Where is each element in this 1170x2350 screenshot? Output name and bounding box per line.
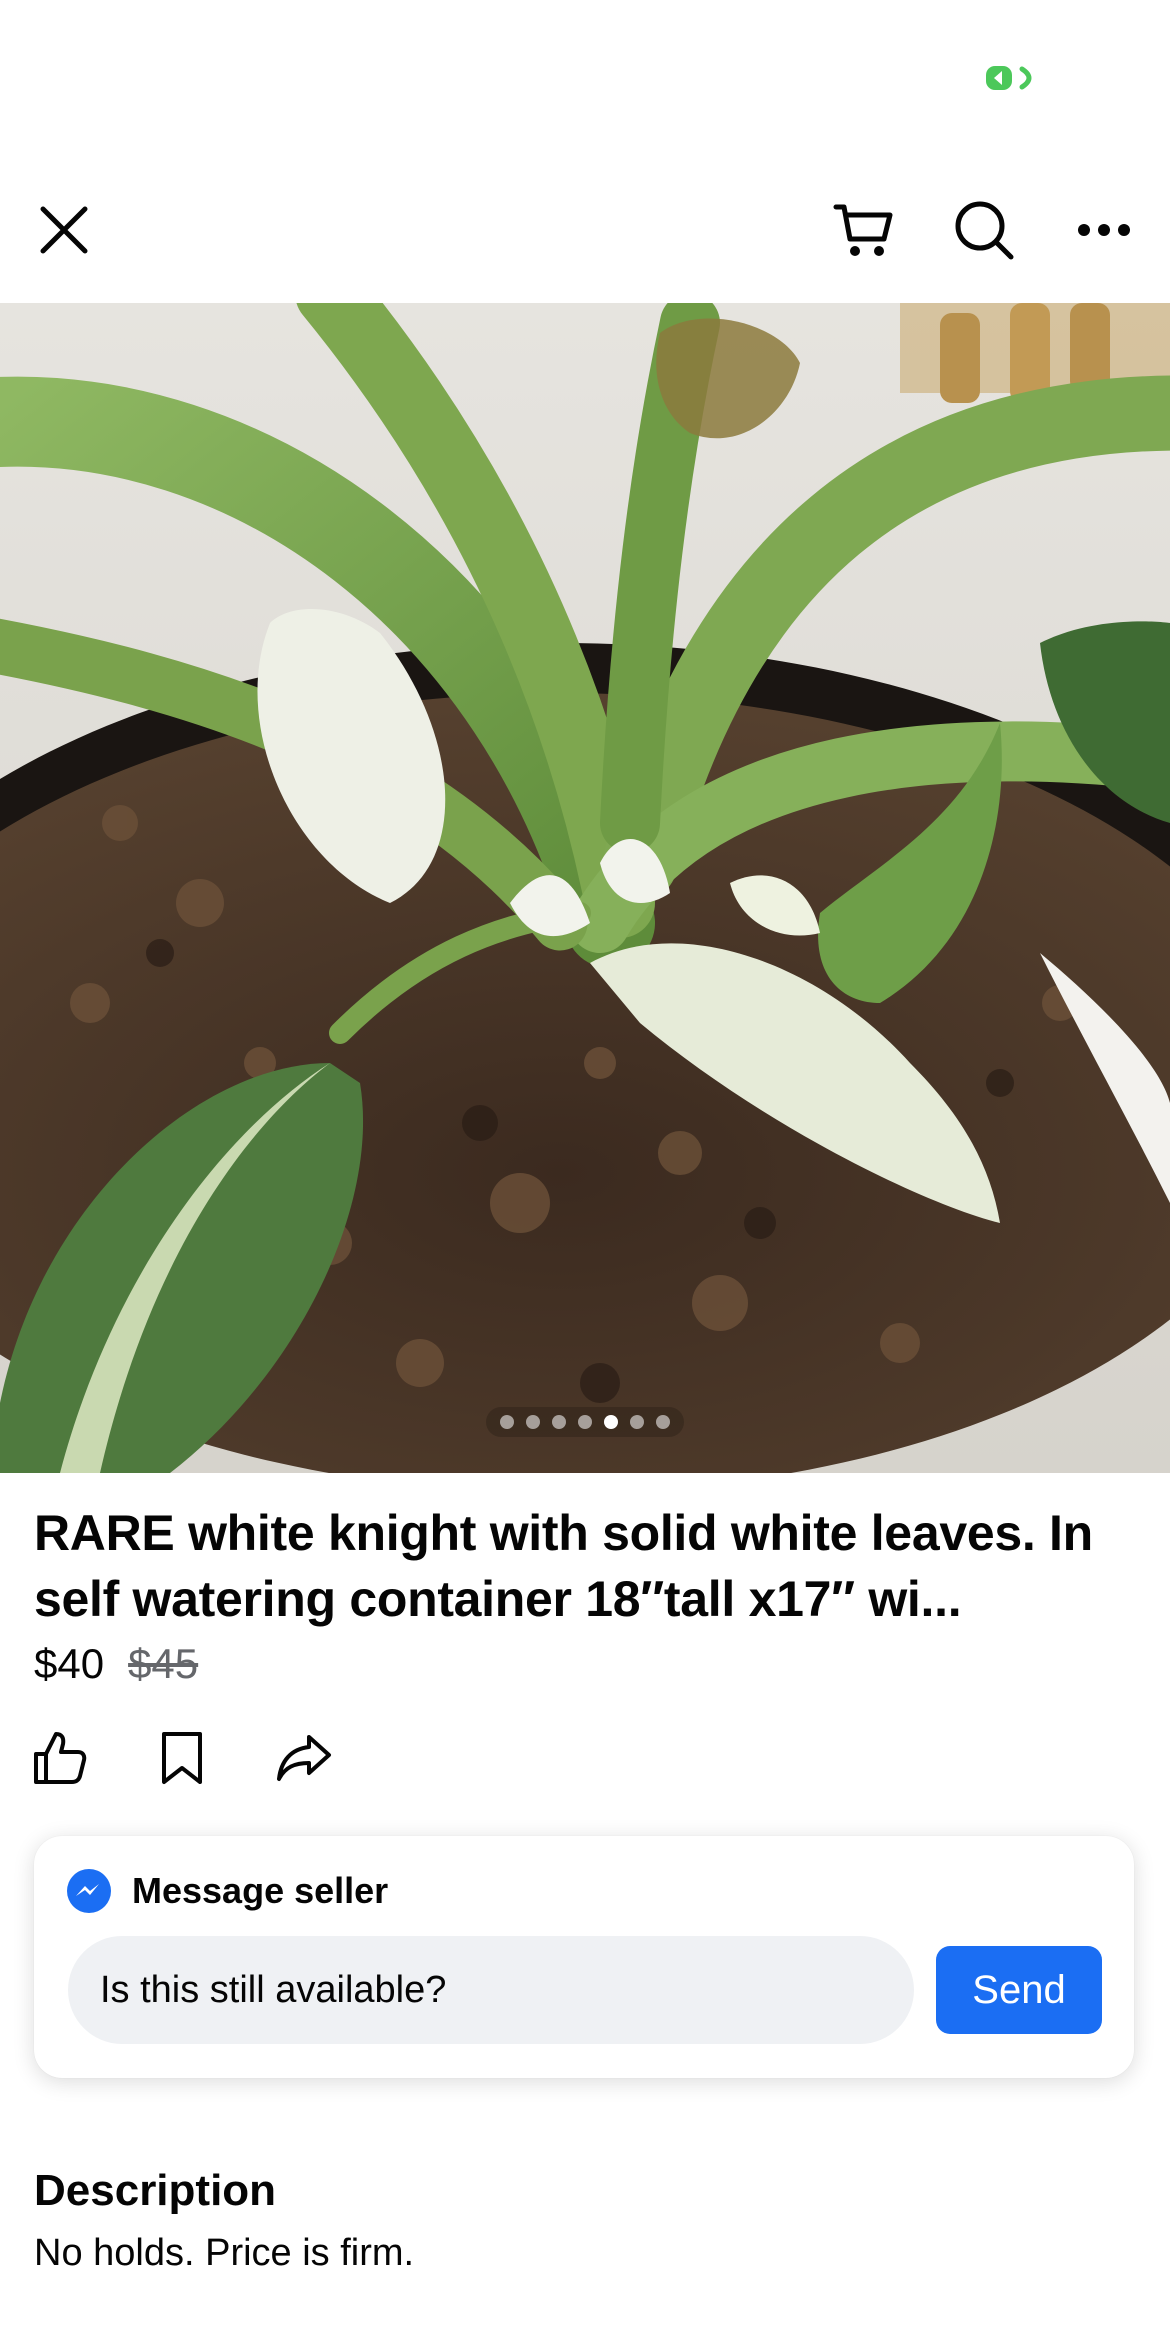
more-options-button[interactable] [1064, 190, 1144, 270]
marketplace-listing-page: RARE white knight with solid white leave… [0, 0, 1170, 2350]
carousel-dot [656, 1415, 670, 1429]
top-navigation [0, 180, 1170, 280]
photo-carousel-indicator [0, 1407, 1170, 1437]
carousel-dot-active [604, 1415, 618, 1429]
carousel-dot [578, 1415, 592, 1429]
message-seller-header: Message seller [66, 1868, 388, 1914]
original-price: $45 [128, 1640, 199, 1687]
search-icon [955, 201, 1014, 260]
plant-image [0, 303, 1170, 1473]
price-row: $40 $45 [34, 1640, 198, 1688]
thumbs-up-icon [34, 1732, 87, 1784]
share-button[interactable] [274, 1728, 334, 1788]
carousel-dot [552, 1415, 566, 1429]
messenger-icon [67, 1869, 111, 1913]
call-indicator-icon [986, 66, 1032, 90]
listing-photo[interactable] [0, 303, 1170, 1473]
bookmark-icon [162, 1732, 202, 1784]
carousel-dot [526, 1415, 540, 1429]
more-icon [1078, 224, 1130, 236]
save-button[interactable] [152, 1728, 212, 1788]
share-icon [277, 1735, 331, 1781]
close-icon [40, 206, 88, 254]
carousel-dot [500, 1415, 514, 1429]
cart-icon [833, 204, 893, 256]
send-button[interactable]: Send [936, 1946, 1102, 2034]
message-seller-title: Message seller [132, 1870, 389, 1911]
message-seller-card: Message seller Is this still available? … [34, 1836, 1134, 2078]
search-button[interactable] [944, 190, 1024, 270]
carousel-dot [630, 1415, 644, 1429]
description-heading: Description [34, 2166, 277, 2215]
like-button[interactable] [30, 1728, 90, 1788]
listing-title: RARE white knight with solid white leave… [34, 1505, 1093, 1627]
close-button[interactable] [24, 190, 104, 270]
status-bar [0, 0, 1170, 150]
current-price: $40 [34, 1640, 105, 1687]
description-text: No holds. Price is firm. [34, 2232, 415, 2274]
message-input[interactable]: Is this still available? [68, 1936, 914, 2044]
listing-actions [30, 1728, 334, 1788]
cart-button[interactable] [824, 190, 904, 270]
